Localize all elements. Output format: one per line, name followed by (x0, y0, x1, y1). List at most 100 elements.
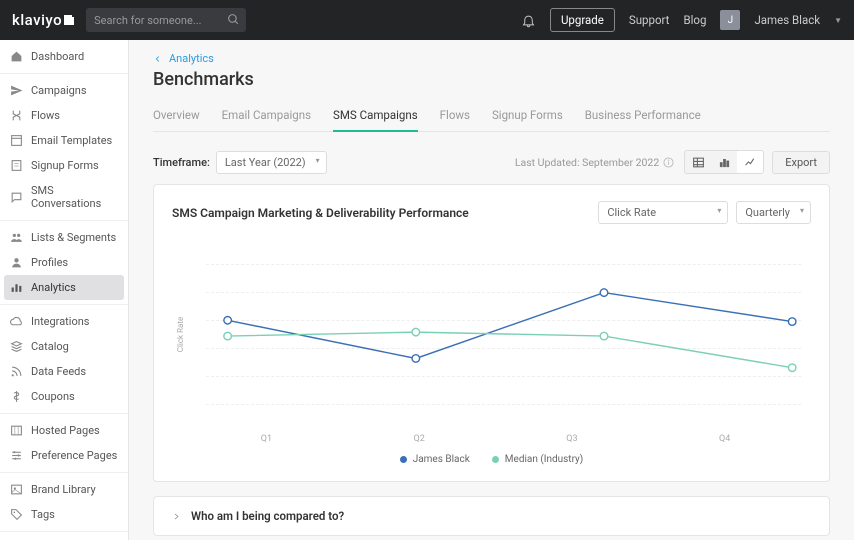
sidebar-item-email-templates[interactable]: Email Templates (0, 128, 128, 153)
image-icon (10, 483, 23, 496)
interval-dropdown[interactable]: Quarterly (736, 201, 811, 224)
tag-icon (10, 508, 23, 521)
tab-sms-campaigns[interactable]: SMS Campaigns (333, 104, 418, 132)
x-tick: Q1 (190, 434, 343, 444)
line-view-button[interactable] (737, 151, 763, 173)
table-view-button[interactable] (685, 151, 711, 173)
support-link[interactable]: Support (629, 13, 670, 27)
sidebar-item-coupons[interactable]: Coupons (0, 384, 128, 409)
search-wrap (86, 8, 246, 32)
sidebar-item-label: Campaigns (31, 84, 87, 97)
sidebar-item-sms-conversations[interactable]: SMS Conversations (0, 178, 128, 216)
feed-icon (10, 365, 23, 378)
legend-dot-icon (400, 456, 407, 463)
sidebar-item-preference-pages[interactable]: Preference Pages (0, 443, 128, 468)
sidebar-item-analytics[interactable]: Analytics (4, 275, 124, 300)
page-title: Benchmarks (153, 69, 830, 90)
sidebar-item-data-feeds[interactable]: Data Feeds (0, 359, 128, 384)
metric-dropdown[interactable]: Click Rate (598, 201, 728, 224)
sidebar-item-label: Signup Forms (31, 159, 99, 172)
legend-label: Median (Industry) (505, 454, 584, 465)
view-toggle (684, 150, 764, 174)
sidebar-item-dashboard[interactable]: Dashboard (0, 44, 128, 69)
legend: James BlackMedian (Industry) (172, 454, 811, 465)
sidebar-item-label: Tags (31, 508, 55, 521)
username[interactable]: James Black (754, 13, 820, 27)
sidebar-item-hosted-pages[interactable]: Hosted Pages (0, 418, 128, 443)
flow-icon (10, 109, 23, 122)
send-icon (10, 84, 23, 97)
avatar[interactable]: J (720, 10, 740, 30)
topnav-right: Upgrade Support Blog J James Black ▼ (521, 8, 842, 32)
tab-signup-forms[interactable]: Signup Forms (492, 104, 563, 131)
cloud-icon (10, 315, 23, 328)
sidebar-item-flows[interactable]: Flows (0, 103, 128, 128)
tab-flows[interactable]: Flows (440, 104, 470, 131)
sidebar-item-label: Profiles (31, 256, 68, 269)
sidebar-item-brand-library[interactable]: Brand Library (0, 477, 128, 502)
y-axis-label: Click Rate (177, 316, 186, 351)
sidebar-item-label: Brand Library (31, 483, 96, 496)
bar-chart-icon (718, 156, 731, 169)
last-updated: Last Updated: September 2022 (515, 156, 674, 169)
top-nav: klaviyo Upgrade Support Blog J James Bla… (0, 0, 854, 40)
export-button[interactable]: Export (772, 151, 830, 174)
logo[interactable]: klaviyo (12, 11, 74, 29)
chevron-right-icon (172, 512, 181, 521)
sidebar-item-campaigns[interactable]: Campaigns (0, 78, 128, 103)
comparison-accordion[interactable]: Who am I being compared to? (153, 496, 830, 536)
columns-icon (10, 424, 23, 437)
people-icon (10, 231, 23, 244)
user-menu-caret-icon[interactable]: ▼ (834, 16, 842, 25)
accordion-title: Who am I being compared to? (191, 509, 344, 523)
sidebar: Dashboard Campaigns Flows Email Templates Si… (0, 40, 129, 540)
form-icon (10, 159, 23, 172)
breadcrumb[interactable]: Analytics (153, 52, 830, 65)
sidebar-item-label: SMS Conversations (31, 184, 118, 210)
sidebar-item-label: Lists & Segments (31, 231, 116, 244)
sidebar-item-catalog[interactable]: Catalog (0, 334, 128, 359)
sidebar-item-label: Integrations (31, 315, 89, 328)
blog-link[interactable]: Blog (683, 13, 706, 27)
sidebar-item-label: Analytics (31, 281, 76, 294)
tabs: Overview Email Campaigns SMS Campaigns Flow… (153, 104, 830, 132)
sidebar-item-signup-forms[interactable]: Signup Forms (0, 153, 128, 178)
timeframe-dropdown[interactable]: Last Year (2022) (216, 151, 327, 174)
legend-item: Median (Industry) (492, 454, 584, 465)
info-icon (663, 157, 674, 168)
content: Analytics Benchmarks Overview Email Campa… (129, 40, 854, 540)
logo-text: klaviyo (12, 11, 62, 29)
sidebar-item-label: Preference Pages (31, 449, 117, 462)
upgrade-button[interactable]: Upgrade (550, 8, 615, 32)
person-icon (10, 256, 23, 269)
controls-row: Timeframe: Last Year (2022) Last Updated… (153, 150, 830, 174)
search-input[interactable] (86, 8, 246, 32)
sidebar-item-tags[interactable]: Tags (0, 502, 128, 527)
timeframe-label: Timeframe: (153, 156, 210, 169)
sliders-icon (10, 449, 23, 462)
sidebar-item-integrations[interactable]: Integrations (0, 309, 128, 334)
sidebar-item-profiles[interactable]: Profiles (0, 250, 128, 275)
y-axis: Click Rate (172, 234, 190, 434)
breadcrumb-parent: Analytics (169, 52, 214, 65)
x-tick: Q4 (648, 434, 801, 444)
bars-icon (10, 281, 23, 294)
bar-view-button[interactable] (711, 151, 737, 173)
sidebar-item-label: Flows (31, 109, 60, 122)
x-tick: Q2 (343, 434, 496, 444)
sidebar-item-label: Email Templates (31, 134, 112, 147)
logo-mark-icon (64, 15, 74, 25)
tab-overview[interactable]: Overview (153, 104, 200, 131)
dollar-icon (10, 390, 23, 403)
sidebar-item-label: Hosted Pages (31, 424, 100, 437)
sidebar-item-label: Data Feeds (31, 365, 86, 378)
notifications-icon[interactable] (521, 13, 536, 28)
sidebar-item-lists-segments[interactable]: Lists & Segments (0, 225, 128, 250)
chart-title: SMS Campaign Marketing & Deliverability … (172, 206, 469, 220)
tab-email-campaigns[interactable]: Email Campaigns (222, 104, 311, 131)
plot (190, 234, 811, 434)
x-axis-labels: Q1Q2Q3Q4 (172, 434, 811, 444)
chart-card: SMS Campaign Marketing & Deliverability … (153, 184, 830, 482)
chart-area: Click Rate (172, 234, 811, 434)
tab-business-performance[interactable]: Business Performance (585, 104, 701, 131)
